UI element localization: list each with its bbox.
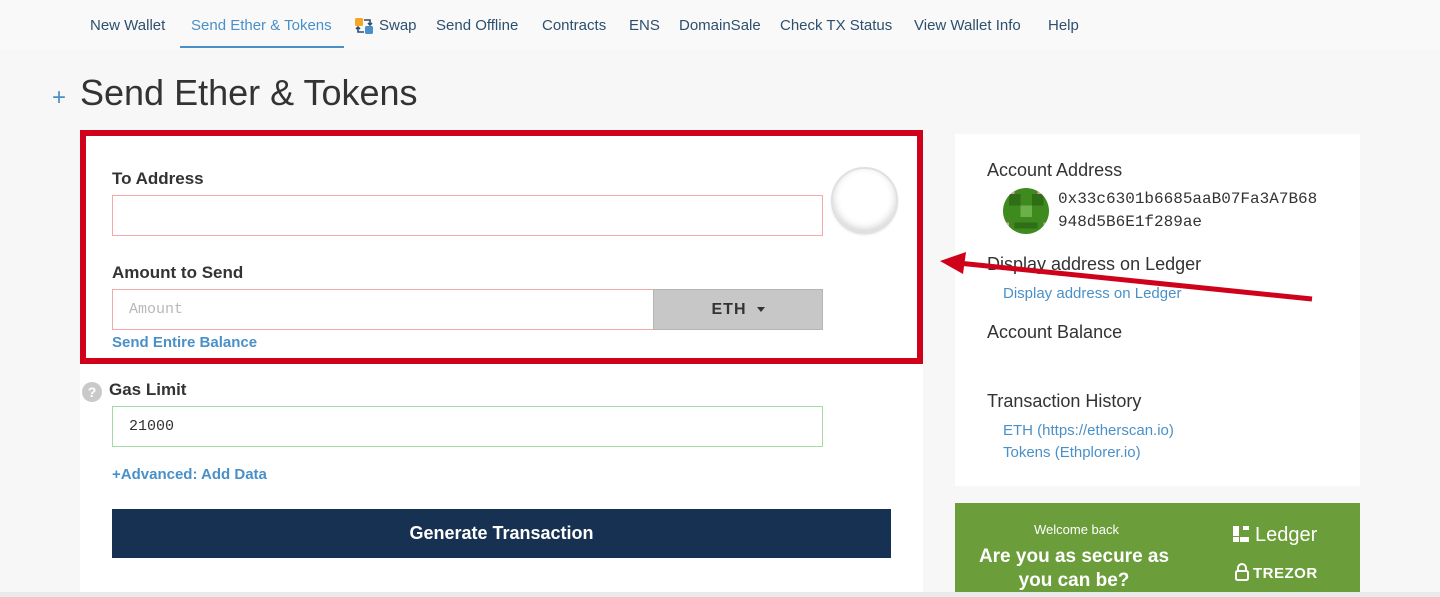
account-address-line-1: 0x33c6301b6685aaB07Fa3A7B68 [1058,190,1318,208]
nav-new-wallet[interactable]: New Wallet [90,17,165,34]
nav-ens[interactable]: ENS [629,17,660,34]
nav-domainsale[interactable]: DomainSale [679,17,761,34]
swap-icon[interactable] [354,16,374,36]
account-address-line-2: 948d5B6E1f289ae [1058,213,1203,231]
nav-send-ether-tokens[interactable]: Send Ether & Tokens [191,17,332,34]
generate-transaction-button[interactable]: Generate Transaction [112,509,891,558]
account-identicon [1003,188,1049,234]
nav-check-tx-status[interactable]: Check TX Status [780,17,892,34]
active-tab-indicator [180,46,344,48]
nav-swap[interactable]: Swap [379,17,417,34]
lock-icon [1235,563,1249,581]
bottom-divider [0,592,1440,597]
nav-send-offline[interactable]: Send Offline [436,17,518,34]
etherscan-link[interactable]: ETH (https://etherscan.io) [1003,422,1174,439]
question-circle-icon[interactable]: ? [82,382,102,402]
ledger-logo-icon [1233,526,1249,542]
gas-limit-input[interactable] [112,406,823,447]
nav-help[interactable]: Help [1048,17,1079,34]
transaction-history-label: Transaction History [987,391,1142,411]
account-address-value: 0x33c6301b6685aaB07Fa3A7B68 948d5B6E1f28… [1058,188,1317,234]
annotation-highlight-box [80,130,923,364]
gas-limit-label: Gas Limit [109,380,187,399]
advanced-add-data-link[interactable]: +Advanced: Add Data [112,466,267,483]
top-navigation: New Wallet Send Ether & Tokens Swap Send… [0,0,1440,50]
ledger-brand-label: Ledger [1255,524,1318,546]
trezor-brand[interactable]: TREZOR [1235,563,1318,582]
trezor-brand-label: TREZOR [1253,565,1318,582]
display-ledger-link[interactable]: Display address on Ledger [1003,285,1181,302]
display-ledger-heading: Display address on Ledger [987,254,1202,274]
banner-headline: Are you as secure as you can be? [978,546,1170,591]
nav-contracts[interactable]: Contracts [542,17,606,34]
nav-view-wallet-info[interactable]: View Wallet Info [914,17,1021,34]
banner-welcome-text: Welcome back [1034,522,1120,537]
ledger-brand[interactable]: Ledger [1233,524,1317,547]
ethplorer-link[interactable]: Tokens (Ethplorer.io) [1003,444,1141,461]
expand-toggle[interactable]: + [52,84,66,112]
account-balance-label: Account Balance [987,322,1123,342]
account-address-label: Account Address [987,160,1123,180]
page-title: Send Ether & Tokens [80,72,418,113]
